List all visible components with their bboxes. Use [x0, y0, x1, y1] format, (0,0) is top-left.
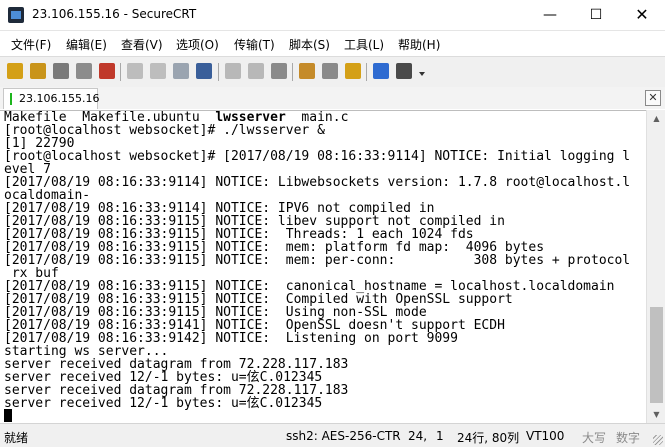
- menu-tools[interactable]: 工具(L): [344, 36, 384, 53]
- menu-view[interactable]: 查看(V): [121, 36, 163, 53]
- help-icon[interactable]: [372, 62, 390, 80]
- terminal-line: [root@localhost websocket]# [2017/08/19 …: [4, 149, 631, 164]
- status-size: 24行, 80列: [457, 431, 520, 445]
- menu-file[interactable]: 文件(F): [11, 36, 51, 53]
- session-tab[interactable]: 23.106.155.16: [3, 88, 100, 109]
- window-title: 23.106.155.16 - SecureCRT: [32, 7, 197, 21]
- copy-icon[interactable]: [126, 62, 144, 80]
- keymap-icon[interactable]: [344, 62, 362, 80]
- print-selection-icon[interactable]: [247, 62, 265, 80]
- status-terminal-type: VT100: [526, 429, 565, 443]
- terminal-line: [2017/08/19 08:16:33:9115] NOTICE: mem: …: [4, 253, 631, 268]
- print-icon[interactable]: [270, 62, 288, 80]
- find-icon[interactable]: [195, 62, 213, 80]
- menu-help[interactable]: 帮助(H): [398, 36, 440, 53]
- session-options-icon[interactable]: [298, 62, 316, 80]
- copy-paste-icon[interactable]: [172, 62, 190, 80]
- status-ready: 就绪: [4, 431, 29, 445]
- tab-label: 23.106.155.16: [19, 92, 100, 105]
- close-tab-icon[interactable]: ✕: [645, 90, 661, 106]
- terminal-output[interactable]: Makefile Makefile.ubuntu lwsserver main.…: [0, 110, 646, 424]
- session-tab-bar: 23.106.155.16: [0, 87, 665, 109]
- status-caps: 大写: [582, 431, 607, 445]
- menu-script[interactable]: 脚本(S): [289, 36, 330, 53]
- status-col: 1: [436, 429, 444, 443]
- disconnect-icon[interactable]: [98, 62, 116, 80]
- connection-status-indicator: [10, 93, 12, 105]
- connect-icon[interactable]: [6, 62, 24, 80]
- toolbar-separator: [120, 63, 121, 81]
- status-cipher: ssh2: AES-256-CTR: [286, 429, 401, 443]
- connect-in-tab-icon[interactable]: [52, 62, 70, 80]
- menu-transfer[interactable]: 传输(T): [234, 36, 275, 53]
- print-screen-icon[interactable]: [224, 62, 242, 80]
- minimize-button[interactable]: —: [527, 0, 573, 30]
- status-num: 数字: [616, 431, 641, 445]
- sftp-icon[interactable]: [395, 62, 413, 80]
- maximize-button[interactable]: ☐: [573, 0, 619, 30]
- scroll-down-icon[interactable]: ▼: [647, 406, 665, 423]
- quick-connect-icon[interactable]: [29, 62, 47, 80]
- title-bar[interactable]: 23.106.155.16 - SecureCRT — ☐ ✕: [0, 0, 665, 31]
- toolbar-separator: [366, 63, 367, 81]
- status-bar: 就绪 ssh2: AES-256-CTR 24, 1 24行, 80列 VT10…: [0, 423, 665, 447]
- scrollbar-thumb[interactable]: [650, 307, 663, 403]
- scroll-up-icon[interactable]: ▲: [647, 110, 665, 127]
- terminal-line: server received 12/-1 bytes: u=伭C.012345: [4, 396, 323, 411]
- resize-grip[interactable]: [653, 435, 663, 445]
- securecrt-app-icon: [8, 7, 24, 23]
- menu-options[interactable]: 选项(O): [176, 36, 219, 53]
- menu-edit[interactable]: 编辑(E): [66, 36, 107, 53]
- global-options-icon[interactable]: [321, 62, 339, 80]
- close-button[interactable]: ✕: [619, 0, 665, 30]
- toolbar-separator: [292, 63, 293, 81]
- toolbar: [0, 56, 665, 88]
- toolbar-separator: [218, 63, 219, 81]
- chevron-down-icon[interactable]: [419, 72, 425, 76]
- reconnect-icon[interactable]: [75, 62, 93, 80]
- vertical-scrollbar[interactable]: ▲ ▼: [646, 110, 665, 423]
- paste-icon[interactable]: [149, 62, 167, 80]
- status-row: 24,: [408, 429, 428, 443]
- menu-bar: 文件(F) 编辑(E) 查看(V) 选项(O) 传输(T) 脚本(S) 工具(L…: [0, 31, 665, 55]
- terminal-cursor: [4, 409, 12, 422]
- terminal-line: [2017/08/19 08:16:33:9114] NOTICE: Libwe…: [4, 175, 631, 190]
